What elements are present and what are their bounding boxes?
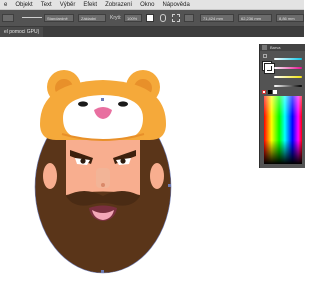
hat-left-eye (78, 101, 88, 107)
anchor-point[interactable] (168, 184, 171, 187)
left-ear (43, 163, 57, 189)
right-ear (150, 163, 164, 189)
yellow-slider[interactable] (274, 76, 302, 78)
magenta-slider[interactable] (274, 67, 302, 69)
panel-collapse-icon[interactable] (262, 45, 267, 50)
none-swatch[interactable] (262, 90, 266, 94)
stroke-swatch[interactable] (264, 63, 275, 74)
anchor-point[interactable] (101, 98, 104, 101)
white-swatch[interactable] (273, 90, 277, 94)
hat-right-eye (118, 101, 128, 107)
color-panel: Barva (259, 44, 305, 168)
nose-tip (101, 183, 105, 187)
anchor-point[interactable] (101, 270, 104, 273)
right-eye-pupil (120, 158, 126, 164)
cyan-slider[interactable] (274, 58, 302, 60)
color-spectrum[interactable] (264, 96, 302, 164)
black-swatch[interactable] (268, 90, 272, 94)
left-eye-pupil (80, 158, 86, 164)
black-slider[interactable] (274, 85, 302, 87)
swap-colors-icon[interactable] (263, 54, 267, 58)
